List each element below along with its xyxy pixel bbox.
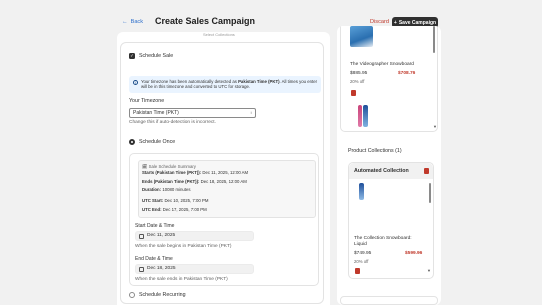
collection-card-header: Automated Collection (349, 163, 433, 179)
selected-products-panel: The Videographer Snowboard $885.95 $708.… (340, 26, 438, 132)
trash-icon[interactable] (351, 90, 356, 96)
calendar-icon: 🗓 (142, 164, 148, 169)
collection-title: Automated Collection (354, 168, 409, 174)
back-label: Back (130, 19, 144, 25)
section-cut-label: Select Collections (203, 32, 235, 37)
trash-icon[interactable] (355, 268, 360, 274)
end-date-value: Dec 18, 2025 (147, 266, 176, 271)
trash-icon[interactable] (424, 168, 429, 174)
side-column: The Videographer Snowboard $885.95 $708.… (337, 26, 441, 305)
schedule-sale-label: Schedule Sale (139, 53, 174, 59)
collection-product-sale-price: $599.96 (405, 251, 423, 256)
timezone-value: Pakistan Time (PKT) (133, 110, 179, 116)
collection-product-title-line1: The Collection Snowboard: (354, 236, 412, 241)
plus-icon: + (393, 19, 397, 26)
collection-product-image (359, 183, 364, 200)
product-price: $885.95 (350, 71, 368, 76)
schedule-recurring-label: Schedule Recurring (139, 292, 186, 298)
timezone-info-text: Your timezone has been automatically det… (141, 78, 318, 90)
campaign-card: Select Collections ✓ Schedule Sale i You… (117, 32, 330, 305)
schedule-sale-checkbox[interactable]: ✓ (129, 53, 135, 59)
product-image (363, 105, 368, 127)
product-image (350, 26, 373, 47)
timezone-help: Change this if auto-detection is incorre… (129, 120, 216, 125)
calendar-icon (139, 234, 144, 239)
page-title: Create Sales Campaign (155, 16, 256, 26)
collection-product-title-line2: Liquid (354, 242, 367, 247)
chevron-updown-icon: ↕ (250, 110, 252, 115)
collection-card: Automated Collection The Collection Snow… (348, 162, 434, 279)
end-date-help: When the sale ends in Pakistan Time (PKT… (135, 277, 228, 282)
product-title: The Videographer Snowboard (350, 62, 414, 67)
schedule-summary: 🗓 Sale Schedule Summary Starts (Pakistan… (138, 160, 316, 218)
summary-starts: Starts (Pakistan Time (PKT)): Dec 11, 20… (142, 170, 249, 175)
schedule-once-panel: 🗓 Sale Schedule Summary Starts (Pakistan… (129, 153, 319, 286)
start-date-help: When the sale begins in Pakistan Time (P… (135, 244, 232, 249)
info-icon: i (133, 80, 138, 85)
back-button[interactable]: ← Back (122, 19, 143, 25)
schedule-once-radio[interactable] (129, 139, 135, 145)
start-date-input[interactable]: Dec 11, 2025 (135, 231, 254, 241)
product-sale-price: $708.76 (398, 71, 416, 76)
scrollbar[interactable] (429, 183, 431, 203)
discard-button[interactable]: Discard (370, 19, 389, 25)
end-date-label: End Date & Time (135, 256, 173, 262)
summary-duration: Duration: 10080 minutes (142, 187, 191, 192)
product-image (358, 105, 362, 127)
schedule-recurring-radio[interactable] (129, 292, 135, 298)
schedule-once-label: Schedule Once (139, 139, 176, 145)
summary-utc-end: UTC End: Dec 17, 2025, 7:00 PM (142, 206, 207, 212)
start-date-label: Start Date & Time (135, 223, 175, 229)
main-column: Select Collections ✓ Schedule Sale i You… (117, 32, 330, 305)
timezone-select[interactable]: Pakistan Time (PKT) ↕ (129, 108, 256, 118)
timezone-info-banner: i Your timezone has been automatically d… (129, 76, 321, 93)
start-date-value: Dec 11, 2025 (147, 233, 176, 238)
chevron-down-icon[interactable]: ▼ (433, 124, 437, 129)
product-discount: 20% off (350, 79, 365, 84)
collection-product-discount: 20% off (354, 259, 369, 264)
summary-ends: Ends (Pakistan Time (PKT)): Dec 18, 2025… (142, 178, 247, 184)
side-panel-bottom (340, 296, 438, 305)
arrow-left-icon: ← (122, 19, 128, 25)
schedule-card: ✓ Schedule Sale i Your timezone has been… (120, 42, 324, 304)
scrollbar[interactable] (433, 26, 435, 53)
end-date-input[interactable]: Dec 18, 2025 (135, 264, 254, 274)
timezone-label: Your Timezone (129, 98, 165, 104)
calendar-icon (139, 267, 144, 272)
collections-title: Product Collections (1) (348, 148, 402, 154)
collection-product-price: $749.95 (354, 251, 372, 256)
save-campaign-label: Save Campaign (398, 19, 437, 26)
chevron-down-icon[interactable]: ▼ (427, 268, 431, 273)
summary-utc-start: UTC Start: Dec 10, 2025, 7:00 PM (142, 198, 209, 203)
